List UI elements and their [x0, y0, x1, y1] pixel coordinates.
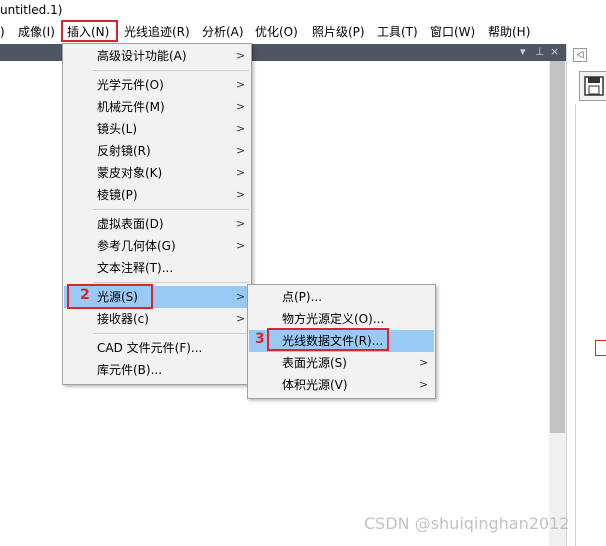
save-icon[interactable] — [579, 71, 606, 101]
insert-receiver[interactable]: 接收器(c) > — [64, 308, 250, 330]
annotation-number-3: 3 — [255, 331, 265, 347]
window-title: untitled.1) — [0, 3, 63, 17]
chevron-right-icon: > — [236, 122, 246, 135]
menu-tools[interactable]: 工具(T) — [377, 24, 418, 40]
annotation-number-2: 2 — [80, 287, 90, 303]
chevron-right-icon: > — [236, 239, 246, 252]
menu-analysis[interactable]: 分析(A) — [202, 24, 244, 40]
chevron-right-icon: > — [236, 290, 246, 303]
insert-mechanical-component[interactable]: 机械元件(M) > — [64, 96, 250, 118]
insert-advanced-design[interactable]: 高级设计功能(A) > — [64, 45, 250, 67]
red-square-marker — [595, 340, 606, 356]
chevron-right-icon: > — [236, 78, 246, 91]
vertical-scrollbar[interactable] — [549, 61, 566, 546]
chevron-right-icon: > — [236, 144, 246, 157]
menu-divider — [93, 282, 249, 283]
insert-cad-file-component[interactable]: CAD 文件元件(F)... — [64, 337, 250, 359]
chevron-right-icon: > — [419, 356, 429, 369]
insert-prism[interactable]: 棱镜(P) > — [64, 184, 250, 206]
menu-divider — [93, 70, 249, 71]
source-point[interactable]: 点(P)... — [249, 286, 434, 308]
insert-lens[interactable]: 镜头(L) > — [64, 118, 250, 140]
chevron-right-icon: > — [419, 378, 429, 391]
menu-optimize[interactable]: 优化(O) — [255, 24, 298, 40]
annotation-box-1 — [61, 20, 118, 42]
watermark: CSDN @shuiqinghan2012 — [364, 514, 570, 533]
side-panel-content — [575, 104, 606, 546]
source-object-definition[interactable]: 物方光源定义(O)... — [249, 308, 434, 330]
menu-photoreal[interactable]: 照片级(P) — [312, 24, 365, 40]
menu-imaging[interactable]: 成像(I) — [18, 24, 55, 40]
close-icon[interactable]: × — [550, 45, 559, 59]
insert-library-component[interactable]: 库元件(B)... — [64, 359, 250, 381]
insert-virtual-surface[interactable]: 虚拟表面(D) > — [64, 213, 250, 235]
annotation-box-3 — [267, 328, 389, 351]
insert-text-annotation[interactable]: 文本注释(T)... — [64, 257, 250, 279]
menu-fragment[interactable]: ) — [0, 24, 5, 40]
chevron-right-icon: > — [236, 100, 246, 113]
menu-help[interactable]: 帮助(H) — [488, 24, 530, 40]
dropdown-icon[interactable]: ▾ — [520, 45, 526, 59]
scrollbar-thumb[interactable] — [550, 61, 565, 433]
menu-divider — [93, 333, 249, 334]
chevron-right-icon: > — [236, 217, 246, 230]
chevron-right-icon: > — [236, 49, 246, 62]
chevron-right-icon: > — [236, 188, 246, 201]
menu-raytrace[interactable]: 光线追迹(R) — [124, 24, 190, 40]
menu-divider — [93, 209, 249, 210]
source-volume-source[interactable]: 体积光源(V) > — [249, 374, 434, 396]
insert-optical-component[interactable]: 光学元件(O) > — [64, 74, 250, 96]
chevron-right-icon: > — [236, 166, 246, 179]
pin-icon[interactable]: ⊥ — [535, 45, 545, 59]
insert-menu: 高级设计功能(A) > 光学元件(O) > 机械元件(M) > 镜头(L) > … — [62, 43, 252, 385]
insert-reference-geometry[interactable]: 参考几何体(G) > — [64, 235, 250, 257]
side-panel: ◁ — [566, 44, 606, 546]
collapse-arrow-icon[interactable]: ◁ — [573, 48, 587, 62]
insert-skin-object[interactable]: 蒙皮对象(K) > — [64, 162, 250, 184]
menu-window[interactable]: 窗口(W) — [430, 24, 475, 40]
source-surface-source[interactable]: 表面光源(S) > — [249, 352, 434, 374]
chevron-right-icon: > — [236, 312, 246, 325]
insert-mirror[interactable]: 反射镜(R) > — [64, 140, 250, 162]
